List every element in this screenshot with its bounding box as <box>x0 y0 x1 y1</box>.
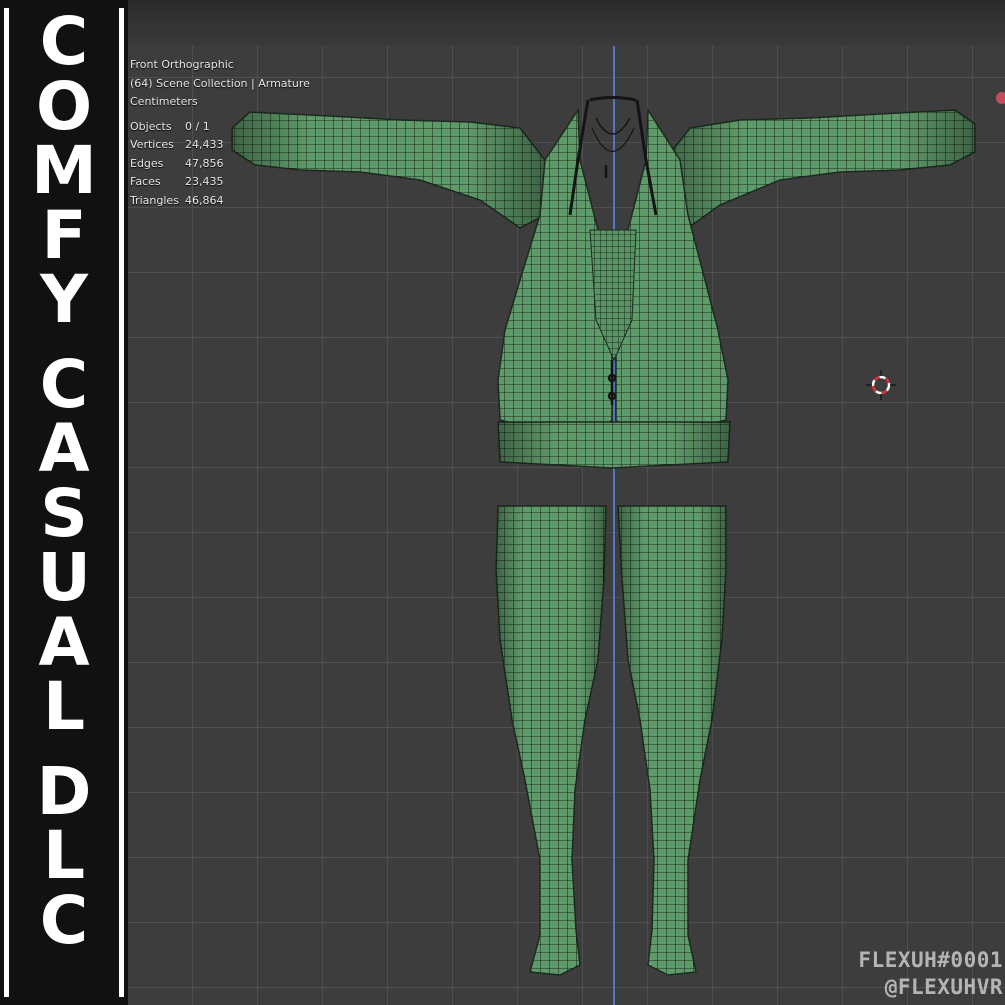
left-leg <box>495 505 607 976</box>
3d-viewport[interactable]: Front Orthographic (64) Scene Collection… <box>0 0 1005 1005</box>
banner-border-right <box>119 8 124 997</box>
banner-letter: L <box>42 817 86 894</box>
banner-letter: A <box>38 410 90 487</box>
right-sleeve <box>664 109 976 229</box>
stat-value: 24,433 <box>185 138 224 151</box>
banner-letter: O <box>35 67 93 145</box>
stat-label: Triangles <box>130 193 179 207</box>
stat-row-objects: Objects 0 / 1 <box>130 118 310 137</box>
navigation-gizmo-dot-icon[interactable] <box>996 92 1005 104</box>
scene-statistics: Objects 0 / 1 Vertices 24,433 Edges 47,8… <box>130 118 310 211</box>
watermark-handle: @FLEXUHVR <box>884 975 1003 999</box>
banner-letter: C <box>39 3 89 80</box>
watermark-discord: FLEXUH#0001 <box>858 948 1003 972</box>
units-label: Centimeters <box>130 95 198 108</box>
banner-letter: L <box>42 668 86 745</box>
stat-row-faces: Faces 23,435 <box>130 173 310 192</box>
banner-letter: D <box>36 752 92 830</box>
stat-row-triangles: Triangles 46,864 <box>130 192 310 211</box>
collection-info: (64) Scene Collection | Armature <box>130 76 310 90</box>
banner-letter: Y <box>40 261 88 338</box>
banner-letter: A <box>38 603 90 681</box>
title-banner: C O M F Y C A S U A L D L C <box>0 0 128 1005</box>
watermark: FLEXUH#0001 @FLEXUHVR <box>858 947 1003 1001</box>
stat-value: 23,435 <box>185 175 224 188</box>
stat-value: 47,856 <box>185 156 224 170</box>
view-name: Front Orthographic <box>130 58 234 71</box>
banner-letter: M <box>31 132 97 209</box>
3d-cursor-icon[interactable] <box>866 370 896 400</box>
stat-label: Faces <box>130 175 161 188</box>
stat-label: Vertices <box>130 138 174 151</box>
banner-letter: F <box>41 196 87 274</box>
stat-value: 46,864 <box>185 193 224 207</box>
viewport-text-overlay: Front Orthographic (64) Scene Collection… <box>130 56 310 210</box>
banner-letter: U <box>37 539 91 616</box>
banner-title: C O M F Y C A S U A L D L C <box>15 0 113 1005</box>
right-leg <box>617 505 727 976</box>
stat-row-vertices: Vertices 24,433 <box>130 136 310 155</box>
banner-letter: C <box>39 345 89 423</box>
stat-label: Edges <box>130 156 164 170</box>
stat-row-edges: Edges 47,856 <box>130 155 310 174</box>
banner-border-left <box>4 8 9 997</box>
banner-letter: C <box>39 881 89 959</box>
stat-label: Objects <box>130 119 172 133</box>
banner-letter: S <box>40 474 88 552</box>
stat-value: 0 / 1 <box>185 119 210 133</box>
